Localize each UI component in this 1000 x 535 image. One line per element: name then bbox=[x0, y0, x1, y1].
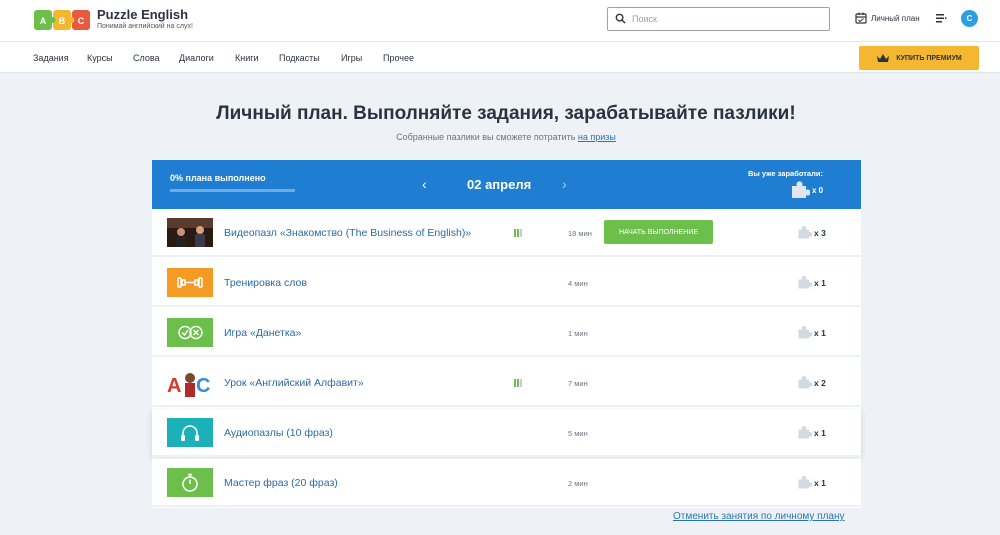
task-reward: x 2 bbox=[814, 378, 826, 388]
task-reward: x 1 bbox=[814, 328, 826, 338]
task-time: 5 мин bbox=[568, 429, 588, 438]
nav-item-other[interactable]: Прочее bbox=[383, 53, 414, 63]
svg-text:A: A bbox=[167, 375, 181, 397]
task-row[interactable]: Видеопазл «Знакомство (The Business of E… bbox=[152, 209, 861, 257]
page-title: Личный план. Выполняйте задания, зарабат… bbox=[216, 103, 796, 124]
nav-item-dialogs[interactable]: Диалоги bbox=[179, 53, 214, 63]
task-row[interactable]: Игра «Данетка» 1 мин x 1 bbox=[152, 309, 861, 357]
task-title[interactable]: Тренировка слов bbox=[224, 277, 307, 289]
alphabet-thumbnail: A C bbox=[167, 368, 213, 397]
logo-letter: B bbox=[59, 16, 66, 26]
video-thumbnail bbox=[167, 218, 213, 247]
difficulty-level-icon bbox=[514, 379, 522, 387]
task-time: 18 мин bbox=[568, 229, 592, 238]
next-day-button[interactable]: › bbox=[562, 176, 567, 192]
search-icon bbox=[615, 13, 626, 24]
subtitle-text: Собранные пазлики вы сможете потратить bbox=[396, 132, 576, 142]
task-time: 7 мин bbox=[568, 379, 588, 388]
personal-plan-link[interactable]: Личный план bbox=[855, 12, 920, 24]
task-time: 4 мин bbox=[568, 279, 588, 288]
puzzle-icon bbox=[798, 476, 812, 489]
nav-item-tasks[interactable]: Задания bbox=[33, 53, 69, 63]
stopwatch-icon bbox=[167, 468, 213, 497]
brand-tagline: Понимай английский на слух! bbox=[97, 23, 193, 30]
task-reward: x 1 bbox=[814, 478, 826, 488]
puzzle-icon bbox=[798, 426, 812, 439]
calendar-icon bbox=[855, 12, 867, 24]
cancel-plan-link[interactable]: Отменить занятия по личному плану bbox=[673, 511, 844, 522]
plan-panel: 0% плана выполнено ‹ 02 апреля › Вы уже … bbox=[152, 160, 861, 508]
start-task-button[interactable]: НАЧАТЬ ВЫПОЛНЕНИЕ bbox=[604, 220, 713, 244]
headphones-icon bbox=[167, 418, 213, 447]
nav-item-words[interactable]: Слова bbox=[133, 53, 160, 63]
puzzle-icon bbox=[792, 181, 810, 198]
task-title[interactable]: Игра «Данетка» bbox=[224, 327, 301, 339]
menu-icon[interactable] bbox=[936, 14, 947, 23]
nav-bar: Задания Курсы Слова Диалоги Книги Подкас… bbox=[0, 42, 1000, 73]
task-row[interactable]: Мастер фраз (20 фраз) 2 мин x 1 bbox=[152, 459, 861, 507]
crown-icon bbox=[877, 54, 890, 62]
nav-item-books[interactable]: Книги bbox=[235, 53, 259, 63]
search-box[interactable] bbox=[607, 7, 830, 31]
plan-date: 02 апреля bbox=[467, 177, 532, 192]
plan-banner: 0% плана выполнено ‹ 02 апреля › Вы уже … bbox=[152, 160, 861, 209]
page-subtitle: Собранные пазлики вы сможете потратить н… bbox=[0, 132, 1000, 142]
check-cross-icon bbox=[167, 318, 213, 347]
task-title[interactable]: Видеопазл «Знакомство (The Business of E… bbox=[224, 227, 471, 239]
task-time: 1 мин bbox=[568, 329, 588, 338]
logo-letter: C bbox=[78, 16, 85, 26]
nav-item-podcasts[interactable]: Подкасты bbox=[279, 53, 320, 63]
buy-premium-button[interactable]: КУПИТЬ ПРЕМИУМ bbox=[859, 46, 979, 70]
nav-item-games[interactable]: Игры bbox=[341, 53, 362, 63]
prizes-link[interactable]: на призы bbox=[578, 132, 616, 142]
task-time: 2 мин bbox=[568, 479, 588, 488]
prev-day-button[interactable]: ‹ bbox=[422, 176, 427, 192]
brand-name: Puzzle English bbox=[97, 7, 189, 22]
task-reward: x 1 bbox=[814, 278, 826, 288]
puzzle-icon bbox=[798, 376, 812, 389]
task-reward: x 1 bbox=[814, 428, 826, 438]
task-title[interactable]: Мастер фраз (20 фраз) bbox=[224, 477, 338, 489]
buy-premium-label: КУПИТЬ ПРЕМИУМ bbox=[896, 54, 962, 62]
search-input[interactable] bbox=[632, 11, 822, 27]
task-row[interactable]: Тренировка слов 4 мин x 1 bbox=[152, 259, 861, 307]
dumbbell-icon bbox=[167, 268, 213, 297]
puzzle-icon bbox=[798, 276, 812, 289]
task-row[interactable]: Аудиопазлы (10 фраз) 5 мин x 1 bbox=[152, 409, 861, 457]
top-bar: A B C Puzzle English Понимай английский … bbox=[0, 0, 1000, 42]
task-reward: x 3 bbox=[814, 228, 826, 238]
puzzle-icon bbox=[798, 226, 812, 239]
plan-progress-bar bbox=[170, 189, 295, 192]
puzzle-icon bbox=[798, 326, 812, 339]
logo-letter: A bbox=[40, 16, 47, 26]
task-row[interactable]: A C Урок «Английский Алфавит» 7 мин x 2 bbox=[152, 359, 861, 407]
personal-plan-label: Личный план bbox=[871, 13, 920, 23]
avatar[interactable]: С bbox=[961, 10, 978, 27]
plan-progress-text: 0% плана выполнено bbox=[170, 173, 266, 183]
task-title[interactable]: Аудиопазлы (10 фраз) bbox=[224, 427, 333, 439]
nav-item-courses[interactable]: Курсы bbox=[87, 53, 113, 63]
logo-icon[interactable]: A B C bbox=[33, 7, 91, 33]
brand[interactable]: Puzzle English Понимай английский на слу… bbox=[97, 7, 193, 30]
earned-count: x 0 bbox=[812, 186, 824, 195]
svg-text:C: C bbox=[196, 375, 210, 397]
task-title[interactable]: Урок «Английский Алфавит» bbox=[224, 377, 364, 389]
earned-label: Вы уже заработали: bbox=[748, 169, 823, 178]
difficulty-level-icon bbox=[514, 229, 522, 237]
